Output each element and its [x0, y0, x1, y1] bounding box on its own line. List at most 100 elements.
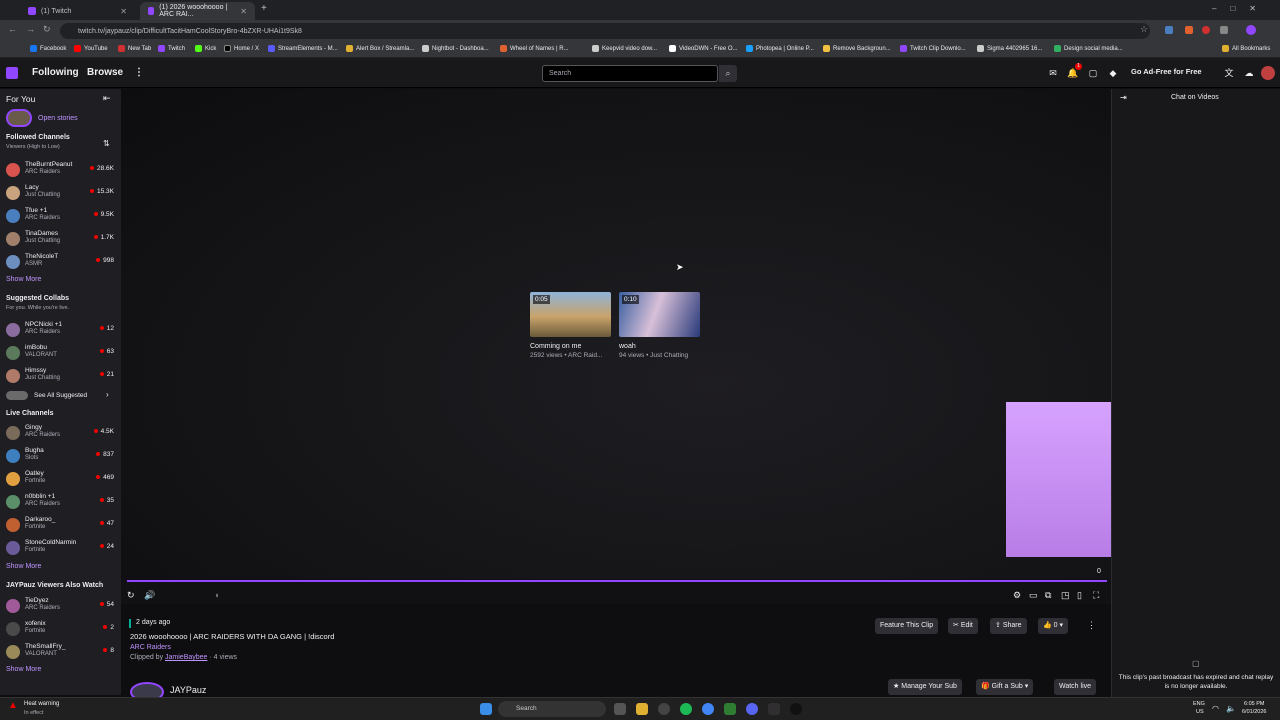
edit-button[interactable]: ✂ Edit	[948, 618, 978, 634]
bookmark-item[interactable]: VideoDWN - Free O...	[669, 45, 738, 52]
translate-icon[interactable]: 文	[1223, 67, 1235, 79]
channel-name[interactable]: JAYPauz	[170, 685, 206, 695]
wifi-icon[interactable]: ◠	[1212, 704, 1219, 713]
search-input[interactable]: Search	[542, 65, 718, 82]
discord-icon[interactable]	[746, 703, 758, 715]
bookmark-item[interactable]: Twitch Clip Downlo...	[900, 45, 966, 52]
bits-icon[interactable]: ◆	[1107, 67, 1119, 79]
bookmark-item[interactable]: Alert Box / Streamla...	[346, 45, 414, 52]
sidebar-channel[interactable]: Oatley Fortnite 469	[6, 470, 120, 490]
open-stories-link[interactable]: Open stories	[38, 115, 78, 122]
bookmark-item[interactable]: YouTube	[74, 45, 108, 52]
cloud-icon[interactable]: ☁	[1243, 67, 1255, 79]
bookmark-item[interactable]: Nightbot - Dashboa...	[422, 45, 489, 52]
collapse-chat-icon[interactable]: ⇥	[1120, 93, 1127, 102]
spotify-icon[interactable]	[680, 703, 692, 715]
extension-icon[interactable]	[1185, 26, 1193, 34]
more-options-icon[interactable]: ⋮	[1087, 620, 1096, 631]
sidebar-channel[interactable]: TinaDames Just Chatting 1.7K	[6, 230, 120, 250]
taskbar-search[interactable]: Search	[498, 701, 606, 717]
forward-icon[interactable]: →	[26, 24, 35, 34]
sidebar-channel[interactable]: Himssy Just Chatting 21	[6, 367, 120, 387]
share-button[interactable]: ⇪ Share	[990, 618, 1027, 634]
recommended-clip-card[interactable]: 0:10 woah 94 views • Just Chatting	[619, 292, 700, 359]
clip-category-link[interactable]: ARC Raiders	[130, 644, 171, 651]
clipper-link[interactable]: JamieBaybee	[165, 654, 207, 661]
search-icon[interactable]: ⌕	[719, 65, 737, 82]
back-icon[interactable]: ←	[8, 24, 17, 34]
windows-start-icon[interactable]	[480, 703, 492, 715]
sidebar-channel[interactable]: Bugha Slots 837	[6, 447, 120, 467]
file-explorer-icon[interactable]	[636, 703, 648, 715]
weather-alert-icon[interactable]: ▲	[8, 700, 18, 711]
volume-icon[interactable]: 🔊	[144, 590, 155, 601]
bookmark-item[interactable]: Home / X	[224, 45, 259, 52]
sidebar-channel[interactable]: imBobu VALORANT 63	[6, 344, 120, 364]
twitch-logo-icon[interactable]	[6, 67, 18, 79]
bookmark-item[interactable]: Facebook	[30, 45, 66, 52]
sidebar-channel[interactable]: TheSmallFry_ VALORANT 8	[6, 643, 120, 663]
obs-icon[interactable]	[768, 703, 780, 715]
bookmark-item[interactable]: Remove Backgroun...	[823, 45, 891, 52]
miniplayer-icon[interactable]: ◳	[1061, 590, 1070, 601]
bookmark-item[interactable]: StreamElements - M...	[268, 45, 338, 52]
bookmark-item[interactable]: Twitch	[158, 45, 185, 52]
sidebar-channel[interactable]: Gingy ARC Raiders 4.5K	[6, 424, 120, 444]
collapse-sidebar-icon[interactable]: ⇤	[103, 93, 111, 104]
more-menu-icon[interactable]: ⋮	[134, 67, 144, 78]
video-player[interactable]	[121, 89, 1111, 604]
sidebar-channel[interactable]: n0bblin +1 ARC Raiders 35	[6, 493, 120, 513]
close-tab-icon[interactable]: ✕	[240, 7, 247, 16]
extension-icon[interactable]	[1202, 26, 1210, 34]
bookmark-star-icon[interactable]: ☆	[1140, 24, 1148, 35]
chat-toggle-icon[interactable]: ▯	[1077, 590, 1082, 601]
extension-icon[interactable]	[1165, 26, 1173, 34]
sidebar-channel[interactable]: Darkaroo_ Fortnite 47	[6, 516, 120, 536]
theatre-mode-icon[interactable]: ▭	[1029, 590, 1038, 601]
show-more-live[interactable]: Show More	[6, 563, 41, 570]
language-indicator[interactable]: ENG	[1193, 701, 1205, 707]
bookmark-item[interactable]: Wheel of Names | R...	[500, 45, 569, 52]
app-icon[interactable]	[724, 703, 736, 715]
like-button[interactable]: 👍 0 ▾	[1038, 618, 1069, 634]
chevron-right-icon[interactable]: ›	[106, 390, 109, 399]
bookmark-item[interactable]: Design social media...	[1054, 45, 1123, 52]
feature-clip-button[interactable]: Feature This Clip	[875, 618, 939, 634]
sort-icon[interactable]: ⇅	[103, 139, 110, 148]
bookmark-item[interactable]: Sigma 4402965 16...	[977, 45, 1042, 52]
bookmark-item[interactable]: Photopea | Online P...	[746, 45, 814, 52]
sidebar-channel[interactable]: TieDyez ARC Raiders 54	[6, 597, 120, 617]
bookmark-item[interactable]: New Tab	[118, 45, 151, 52]
recommended-clip-card[interactable]: 0:05 Comming on me 2592 views • ARC Raid…	[530, 292, 611, 359]
go-ad-free-button[interactable]: Go Ad-Free for Free	[1131, 67, 1202, 76]
app-icon[interactable]	[658, 703, 670, 715]
close-tab-icon[interactable]: ✕	[120, 7, 127, 16]
extensions-puzzle-icon[interactable]	[1220, 26, 1228, 34]
user-avatar[interactable]	[1261, 66, 1275, 80]
replay-icon[interactable]: ↻	[127, 590, 135, 601]
sidebar-channel[interactable]: NPCNicki +1 ARC Raiders 12	[6, 321, 120, 341]
chrome-icon[interactable]	[702, 703, 714, 715]
bookmark-item[interactable]: Kick	[195, 45, 216, 52]
stories-avatars[interactable]	[6, 109, 32, 127]
reload-icon[interactable]: ↻	[43, 24, 51, 35]
new-tab-button[interactable]: +	[261, 3, 267, 14]
task-view-icon[interactable]	[614, 703, 626, 715]
profile-avatar[interactable]	[1246, 25, 1256, 35]
browser-tab-twitch[interactable]: (1) Twitch ✕	[20, 2, 135, 20]
sidebar-channel[interactable]: TheNicoleT ASMR 998	[6, 253, 120, 273]
sidebar-channel[interactable]: Lacy Just Chatting 15.3K	[6, 184, 120, 204]
nav-following[interactable]: Following	[32, 67, 79, 78]
sidebar-channel[interactable]: TheBurntPeanut ARC Raiders 28.6K	[6, 161, 120, 181]
inbox-icon[interactable]: ✉	[1047, 67, 1059, 79]
app-icon[interactable]	[790, 703, 802, 715]
watch-live-button[interactable]: Watch live	[1054, 679, 1097, 695]
browser-tab-clip[interactable]: (1) 2026 wooohoooo | ARC RAI... ✕	[140, 2, 255, 20]
nav-browse[interactable]: Browse	[87, 67, 123, 78]
window-controls[interactable]: –□✕	[1212, 4, 1270, 13]
bookmark-item[interactable]: Keepvid video dow...	[592, 45, 657, 52]
url-field[interactable]: twitch.tv/jaypauz/clip/DifficultTacitHam…	[60, 23, 1150, 39]
fullscreen-icon[interactable]: ⛶	[1093, 590, 1099, 601]
manage-sub-button[interactable]: ★ Manage Your Sub	[888, 679, 962, 695]
volume-slider[interactable]: ◖	[214, 590, 219, 600]
